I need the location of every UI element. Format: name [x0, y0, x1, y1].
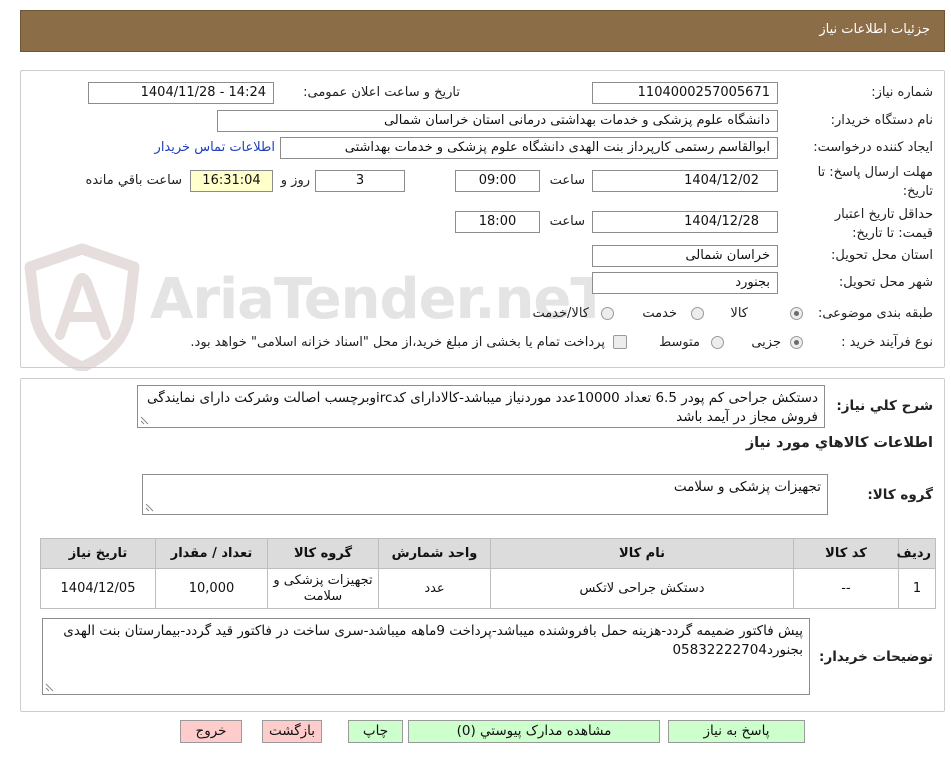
treasury-checkbox — [613, 335, 627, 349]
need-number-field: 1104000257005671 — [592, 82, 778, 104]
table-row: 1 -- دستکش جراحی لاتکس عدد تجهیزات پزشکی… — [40, 568, 936, 609]
treasury-checkbox-label: پرداخت تمام یا بخشی از مبلغ خرید،از محل … — [190, 335, 605, 350]
goods-group-text: تجهیزات پزشکی و سلامت — [673, 479, 821, 495]
need-description-label: شرح کلي نياز: — [836, 398, 933, 414]
radio-service — [691, 307, 704, 320]
announce-datetime-label: تاریخ و ساعت اعلان عمومی: — [303, 85, 460, 100]
buyer-notes-text: پیش فاکتور ضمیمه گردد-هزینه حمل بافروشند… — [63, 623, 803, 658]
price-validity-time-label: ساعت — [549, 214, 585, 229]
radio-service-label: خدمت — [642, 306, 677, 321]
buyer-org-field: دانشگاه علوم پزشکی و خدمات بهداشتی درمان… — [217, 110, 778, 132]
radio-goods-service-label: کالا/خدمت — [532, 306, 589, 321]
radio-goods — [790, 307, 803, 320]
cell-need-date: 1404/12/05 — [40, 568, 156, 609]
need-number-label: شماره نیاز: — [871, 85, 933, 100]
requester-label: ایجاد کننده درخواست: — [813, 140, 933, 155]
buyer-notes-label: توضیحات خریدار: — [819, 649, 933, 665]
days-remaining-field: 3 — [315, 170, 405, 192]
resize-grip-icon[interactable] — [140, 416, 149, 425]
exit-button[interactable]: خروج — [180, 720, 242, 743]
buyer-contact-link[interactable]: اطلاعات تماس خریدار — [155, 139, 275, 157]
reply-button[interactable]: پاسخ به نیاز — [668, 720, 805, 743]
items-table: ردیف کد کالا نام کالا واحد شمارش گروه کا… — [40, 538, 936, 609]
cell-item-code: -- — [793, 568, 899, 609]
col-item-code: کد کالا — [793, 538, 899, 569]
price-validity-label: حداقل تاریخ اعتبار قیمت: تا تاریخ: — [835, 205, 933, 243]
goods-group-label: گروه کالا: — [867, 487, 933, 503]
radio-goods-label: کالا — [730, 306, 748, 321]
items-heading: اطلاعات کالاهاي مورد نياز — [745, 435, 933, 451]
radio-goods-service — [601, 307, 614, 320]
price-validity-label-line2: قیمت: تا تاریخ: — [852, 226, 933, 241]
price-validity-date-field: 1404/12/28 — [592, 211, 778, 233]
price-validity-label-line1: حداقل تاریخ اعتبار — [834, 207, 933, 222]
buyer-notes-textarea[interactable]: پیش فاکتور ضمیمه گردد-هزینه حمل بافروشند… — [42, 618, 810, 695]
resize-grip-icon[interactable] — [145, 503, 154, 512]
col-quantity: تعداد / مقدار — [155, 538, 268, 569]
need-description-textarea[interactable]: دستکش جراحی کم پودر 6.5 تعداد 10000عدد م… — [137, 385, 825, 428]
delivery-city-label: شهر محل تحویل: — [838, 275, 933, 290]
announce-datetime-field: 1404/11/28 - 14:24 — [88, 82, 274, 104]
reply-deadline-time-label: ساعت — [549, 173, 585, 188]
category-label: طبقه بندی موضوعی: — [817, 306, 933, 321]
cell-goods-group: تجهیزات پزشکی و سلامت — [267, 568, 379, 609]
goods-group-textarea[interactable]: تجهیزات پزشکی و سلامت — [142, 474, 828, 515]
reply-deadline-time-field: 09:00 — [455, 170, 540, 192]
view-attachments-button[interactable]: مشاهده مدارک پيوستي (0) — [408, 720, 660, 743]
cell-row-number: 1 — [898, 568, 936, 609]
table-header-row: ردیف کد کالا نام کالا واحد شمارش گروه کا… — [40, 538, 936, 569]
print-button[interactable]: چاپ — [348, 720, 403, 743]
radio-minor-label: جزیی — [751, 335, 781, 350]
col-item-name: نام کالا — [490, 538, 794, 569]
cell-item-name: دستکش جراحی لاتکس — [490, 568, 794, 609]
time-remaining-field: 16:31:04 — [190, 170, 273, 192]
radio-medium — [711, 336, 724, 349]
reply-deadline-date-field: 1404/12/02 — [592, 170, 778, 192]
col-goods-group: گروه کالا — [267, 538, 379, 569]
delivery-city-field: بجنورد — [592, 272, 778, 294]
price-validity-time-field: 18:00 — [455, 211, 540, 233]
cell-quantity: 10,000 — [155, 568, 268, 609]
reply-deadline-label: مهلت ارسال پاسخ: تا تاریخ: — [818, 163, 933, 201]
page-header: جزئیات اطلاعات نیاز — [20, 10, 945, 52]
days-label: روز و — [280, 173, 310, 188]
buyer-org-label: نام دستگاه خریدار: — [830, 113, 933, 128]
radio-medium-label: متوسط — [659, 335, 700, 350]
reply-deadline-label-line1: مهلت ارسال پاسخ: تا — [817, 165, 933, 180]
requester-field: ابوالقاسم رستمی کارپرداز بنت الهدی دانشگ… — [280, 137, 778, 159]
back-button[interactable]: بازگشت — [262, 720, 322, 743]
resize-grip-icon[interactable] — [45, 683, 54, 692]
cell-unit: عدد — [378, 568, 491, 609]
delivery-province-label: استان محل تحویل: — [831, 248, 933, 263]
page-title: جزئیات اطلاعات نیاز — [819, 22, 930, 37]
need-description-text: دستکش جراحی کم پودر 6.5 تعداد 10000عدد م… — [146, 390, 818, 425]
radio-minor — [790, 336, 803, 349]
col-row-number: ردیف — [896, 538, 936, 569]
col-need-date: تاریخ نیاز — [40, 538, 156, 569]
reply-deadline-label-line2: تاریخ: — [902, 184, 933, 199]
time-remaining-label: ساعت باقي مانده — [85, 173, 182, 188]
process-type-label: نوع فرآیند خرید : — [841, 335, 933, 350]
col-unit: واحد شمارش — [378, 538, 491, 569]
delivery-province-field: خراسان شمالی — [592, 245, 778, 267]
